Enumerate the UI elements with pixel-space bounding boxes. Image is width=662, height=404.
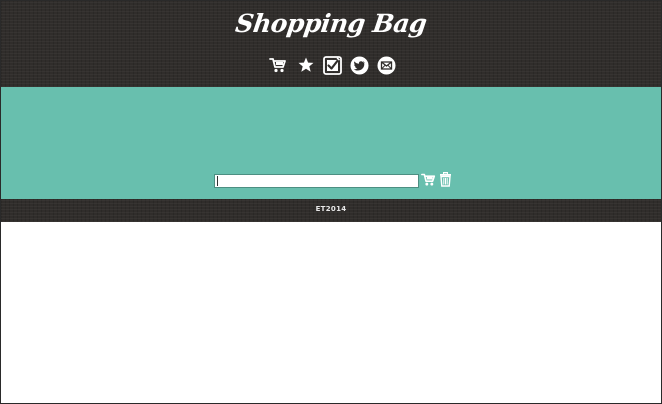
mail-icon[interactable] bbox=[377, 56, 397, 76]
checklist-icon[interactable] bbox=[323, 56, 343, 76]
star-icon[interactable] bbox=[297, 56, 317, 76]
app-window: Shopping Bag ET2014 bbox=[0, 0, 662, 404]
text-cursor bbox=[217, 176, 218, 186]
cart-add-icon[interactable] bbox=[421, 172, 436, 187]
header: Shopping Bag bbox=[1, 1, 661, 87]
app-title: Shopping Bag bbox=[233, 9, 429, 38]
item-input[interactable] bbox=[214, 174, 419, 188]
footer-text: ET2014 bbox=[315, 205, 347, 213]
cart-icon[interactable] bbox=[269, 56, 289, 76]
footer: ET2014 bbox=[1, 199, 661, 222]
trash-icon[interactable] bbox=[439, 172, 452, 187]
shopping-list-area bbox=[1, 222, 661, 403]
twitter-icon[interactable] bbox=[350, 56, 370, 76]
entry-panel bbox=[1, 87, 661, 199]
